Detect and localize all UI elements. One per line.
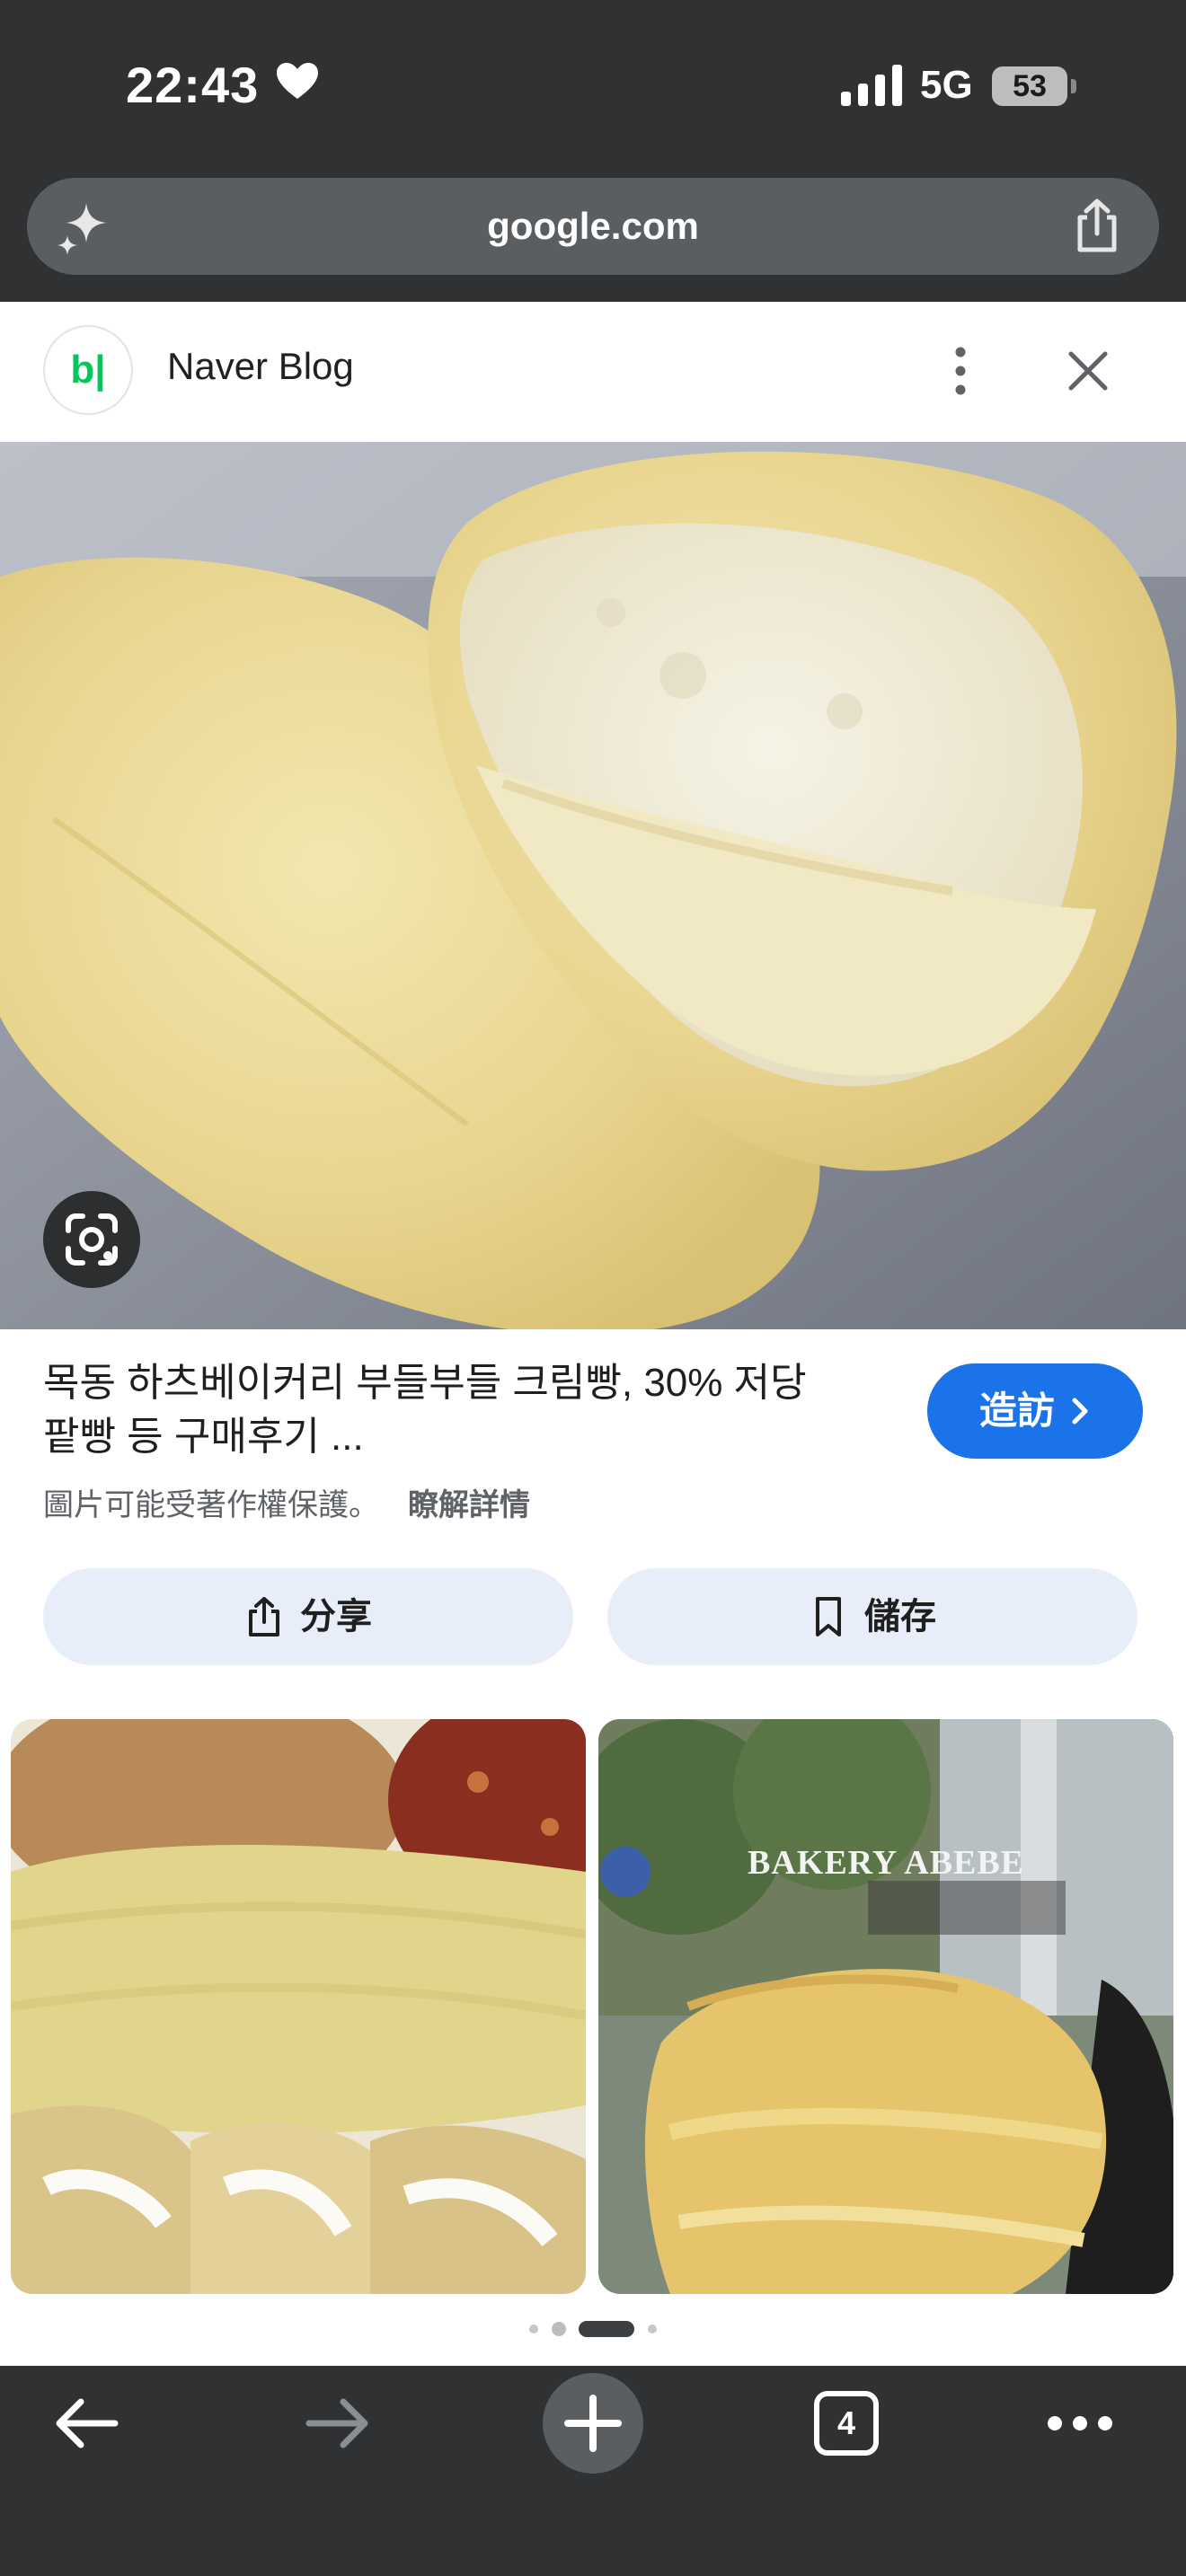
learn-more-link[interactable]: 瞭解詳情 bbox=[408, 1480, 530, 1524]
save-button[interactable]: 儲存 bbox=[607, 1568, 1137, 1665]
copyright-notice: 圖片可能受著作權保護。 bbox=[43, 1488, 379, 1522]
new-tab-button[interactable] bbox=[543, 2373, 643, 2474]
source-name[interactable]: Naver Blog bbox=[167, 345, 354, 388]
thumb-caption: BAKERY ABEBE bbox=[747, 1844, 1025, 1882]
bakery-abebe-photo bbox=[598, 1719, 1173, 2294]
lens-icon bbox=[66, 1213, 118, 1266]
cellular-signal-icon bbox=[841, 65, 902, 106]
battery-icon: 53 bbox=[992, 66, 1076, 106]
carousel-dot bbox=[529, 2325, 538, 2333]
naver-blog-logo: b| bbox=[43, 325, 133, 415]
carousel-indicator bbox=[529, 2321, 657, 2337]
status-time: 22:43 bbox=[126, 57, 260, 113]
related-image-2[interactable]: BAKERY ABEBE bbox=[598, 1719, 1173, 2294]
tab-switcher-button[interactable]: 4 bbox=[812, 2389, 881, 2457]
related-image-1[interactable] bbox=[11, 1719, 586, 2294]
carousel-dot-active bbox=[579, 2321, 634, 2337]
chevron-right-icon bbox=[1072, 1398, 1088, 1425]
bookmark-icon bbox=[816, 1597, 841, 1636]
main-image[interactable] bbox=[0, 442, 1186, 1329]
result-title[interactable]: 목동 하츠베이커리 부들부들 크림빵, 30% 저당 팥빵 등 구매후기 ... bbox=[43, 1356, 897, 1464]
visit-button[interactable]: 造訪 bbox=[927, 1363, 1143, 1459]
tab-count: 4 bbox=[836, 2404, 856, 2441]
result-title-line1: 목동 하츠베이커리 부들부들 크림빵, 30% 저당 bbox=[43, 1361, 807, 1405]
share-icon[interactable] bbox=[1069, 198, 1125, 253]
share-label: 分享 bbox=[300, 1597, 372, 1636]
carousel-dot bbox=[552, 2322, 566, 2336]
bakery-breads-photo bbox=[11, 1719, 586, 2294]
close-icon[interactable] bbox=[1066, 348, 1111, 393]
logo-text: b| bbox=[70, 348, 106, 392]
share-button[interactable]: 分享 bbox=[43, 1568, 573, 1665]
network-type: 5G bbox=[920, 63, 973, 107]
result-title-line2: 팥빵 등 구매후기 ... bbox=[43, 1415, 364, 1459]
visit-label: 造訪 bbox=[979, 1389, 1056, 1432]
heart-icon bbox=[277, 63, 318, 99]
url-text[interactable]: google.com bbox=[0, 178, 1186, 275]
more-horiz-icon[interactable] bbox=[1046, 2405, 1114, 2441]
battery-level: 53 bbox=[1013, 69, 1047, 103]
back-arrow-icon[interactable] bbox=[50, 2395, 122, 2452]
save-label: 儲存 bbox=[864, 1597, 936, 1636]
more-vert-icon[interactable] bbox=[942, 343, 979, 399]
cream-bread-photo bbox=[0, 442, 1186, 1329]
battery-tip bbox=[1071, 79, 1076, 93]
forward-arrow-icon[interactable] bbox=[302, 2395, 374, 2452]
plus-icon bbox=[564, 2395, 622, 2452]
google-lens-button[interactable] bbox=[43, 1191, 140, 1288]
share-icon bbox=[249, 1597, 279, 1636]
carousel-dot bbox=[648, 2325, 657, 2333]
